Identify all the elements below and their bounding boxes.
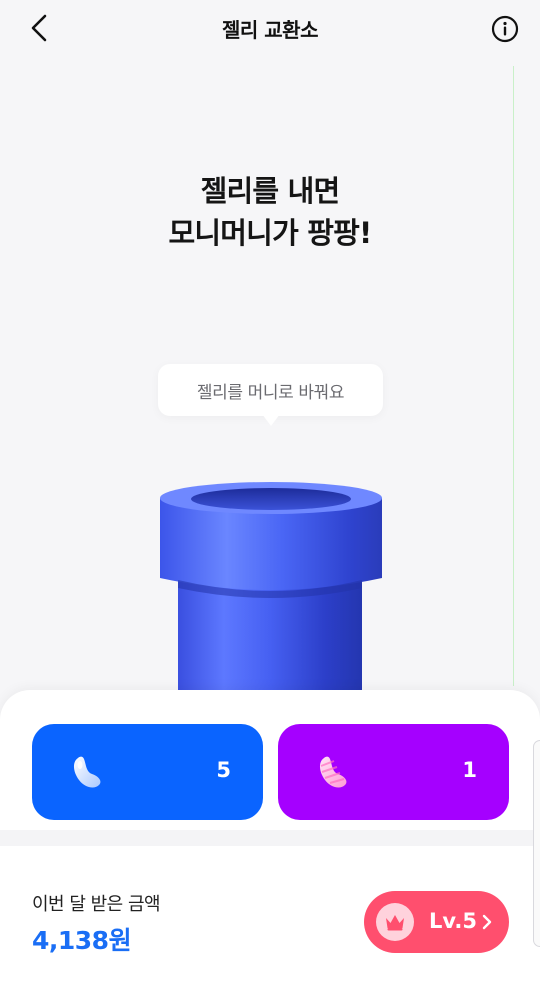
purple-jelly-count: 1 bbox=[462, 758, 477, 782]
purple-jelly-card[interactable]: 1 bbox=[278, 724, 509, 820]
crown-icon bbox=[386, 915, 404, 931]
blue-jelly-bean-icon bbox=[73, 756, 101, 788]
info-circle-icon bbox=[491, 15, 519, 43]
level-button[interactable]: Lv.5 bbox=[364, 891, 509, 953]
blue-jelly-card[interactable]: 5 bbox=[32, 724, 263, 820]
crown-badge bbox=[376, 903, 414, 941]
side-panel-handle[interactable] bbox=[533, 740, 540, 947]
blue-jelly-count: 5 bbox=[216, 758, 231, 782]
chevron-right-icon bbox=[482, 914, 492, 930]
hero-title-line1: 젤리를 내면 bbox=[200, 174, 341, 208]
section-divider bbox=[0, 830, 540, 846]
page-title: 젤리 교환소 bbox=[222, 18, 318, 42]
info-button[interactable] bbox=[488, 12, 522, 46]
pink-striped-jelly-bean-icon bbox=[319, 756, 347, 788]
hero-title: 젤리를 내면 모니머니가 팡팡! bbox=[0, 170, 540, 254]
monthly-earnings-amount: 4,138원 bbox=[32, 926, 132, 955]
hero-title-line2: 모니머니가 팡팡! bbox=[168, 216, 373, 250]
level-label: Lv.5 bbox=[429, 909, 477, 933]
tooltip-tail bbox=[262, 414, 280, 426]
exchange-tooltip: 젤리를 머니로 바꿔요 bbox=[158, 364, 383, 416]
top-bar: 젤리 교환소 bbox=[0, 0, 540, 58]
pipe-illustration bbox=[160, 482, 382, 695]
divider-line bbox=[513, 66, 514, 686]
monthly-earnings-label: 이번 달 받은 금액 bbox=[32, 894, 161, 915]
page: 젤리 교환소 젤리를 내면 모니머니가 팡팡! 젤리를 머니로 바꿔요 5 1 … bbox=[0, 0, 540, 989]
